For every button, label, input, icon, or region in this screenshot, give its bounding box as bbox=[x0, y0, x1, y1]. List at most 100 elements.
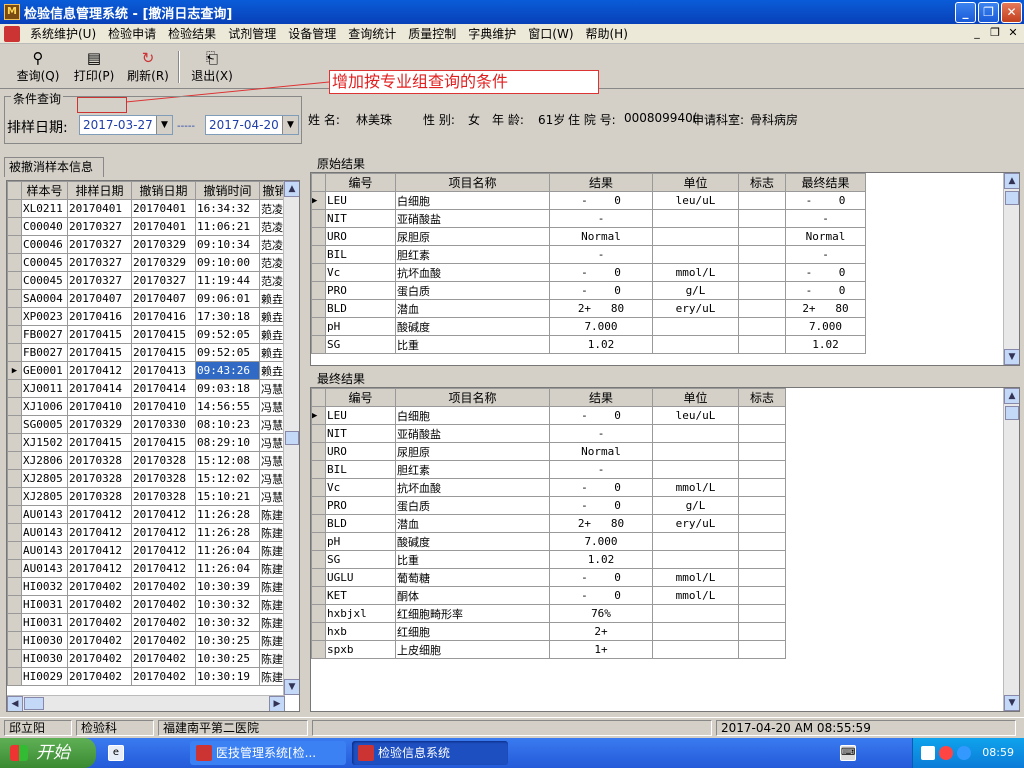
final-result-cell[interactable]: mmol/L bbox=[652, 586, 739, 605]
sample-vscroll[interactable]: ▲ ▼ bbox=[283, 181, 299, 695]
sample-cell[interactable]: C00045 bbox=[21, 253, 68, 272]
final-result-row[interactable]: BIL 胆红素 - bbox=[311, 460, 786, 479]
menu-request[interactable]: 检验申请 bbox=[102, 25, 162, 42]
sample-row[interactable]: FB0027 20170415 20170415 09:52:05 赖垚 bbox=[7, 343, 290, 362]
final-result-cell[interactable] bbox=[738, 478, 786, 497]
original-result-cell[interactable]: 2+ 80 bbox=[549, 299, 653, 318]
final-result-cell[interactable]: - 0 bbox=[549, 568, 653, 587]
sample-cell[interactable]: 20170412 bbox=[67, 361, 132, 380]
sample-cell[interactable]: 14:56:55 bbox=[195, 397, 260, 416]
original-result-cell[interactable]: leu/uL bbox=[652, 191, 739, 210]
original-result-cell[interactable]: Vc bbox=[325, 263, 396, 282]
row-indicator[interactable] bbox=[7, 253, 22, 272]
original-result-cell[interactable]: 比重 bbox=[395, 335, 550, 354]
final-result-cell[interactable]: - 0 bbox=[549, 406, 653, 425]
sample-row[interactable]: ▶ GE0001 20170412 20170413 09:43:26 赖垚 bbox=[7, 361, 290, 380]
final-result-cell[interactable]: 2+ bbox=[549, 622, 653, 641]
sample-cell[interactable]: 09:52:05 bbox=[195, 343, 260, 362]
sample-cell[interactable]: 20170401 bbox=[131, 199, 196, 218]
sample-cell[interactable]: 10:30:25 bbox=[195, 649, 260, 668]
original-result-cell[interactable]: - bbox=[785, 209, 866, 228]
sample-cell[interactable]: 20170328 bbox=[131, 451, 196, 470]
original-result-cell[interactable]: 1.02 bbox=[549, 335, 653, 354]
row-indicator[interactable] bbox=[7, 325, 22, 344]
final-result-cell[interactable]: KET bbox=[325, 586, 396, 605]
final-result-row[interactable]: pH 酸碱度 7.000 bbox=[311, 532, 786, 551]
scroll-thumb[interactable] bbox=[1005, 406, 1019, 420]
sample-cell[interactable]: 20170412 bbox=[131, 505, 196, 524]
sample-cell[interactable]: 11:26:28 bbox=[195, 505, 260, 524]
sample-cell[interactable]: 10:30:32 bbox=[195, 613, 260, 632]
orig-col-code[interactable]: 编号 bbox=[325, 173, 396, 192]
sample-row[interactable]: XL0211 20170401 20170401 16:34:32 范凌 bbox=[7, 199, 290, 218]
final-result-cell[interactable]: 红细胞畸形率 bbox=[395, 604, 550, 623]
sample-cell[interactable]: HI0030 bbox=[21, 631, 68, 650]
sample-row[interactable]: XJ2805 20170328 20170328 15:12:02 冯慧 bbox=[7, 469, 290, 488]
sample-cell[interactable]: 20170402 bbox=[131, 631, 196, 650]
current-row-indicator-icon[interactable]: ▶ bbox=[7, 361, 22, 380]
row-indicator[interactable] bbox=[311, 442, 326, 461]
sample-row[interactable]: FB0027 20170415 20170415 09:52:05 赖垚 bbox=[7, 325, 290, 344]
sample-cell[interactable]: 20170402 bbox=[67, 595, 132, 614]
final-result-cell[interactable]: mmol/L bbox=[652, 478, 739, 497]
final-result-cell[interactable]: Vc bbox=[325, 478, 396, 497]
sample-cell[interactable]: 20170416 bbox=[131, 307, 196, 326]
row-indicator[interactable] bbox=[7, 613, 22, 632]
sample-cell[interactable]: 16:34:32 bbox=[195, 199, 260, 218]
row-indicator[interactable] bbox=[311, 335, 326, 354]
menu-system[interactable]: 系统维护(U) bbox=[24, 25, 102, 42]
network-tray-icon[interactable] bbox=[921, 746, 935, 760]
sample-cell[interactable]: 20170328 bbox=[67, 451, 132, 470]
final-result-cell[interactable]: PRO bbox=[325, 496, 396, 515]
sample-cell[interactable]: 17:30:18 bbox=[195, 307, 260, 326]
final-result-cell[interactable]: BLD bbox=[325, 514, 396, 533]
sample-cell[interactable]: 20170416 bbox=[67, 307, 132, 326]
original-result-row[interactable]: BIL 胆红素 - - bbox=[311, 245, 866, 264]
final-result-cell[interactable]: 酸碱度 bbox=[395, 532, 550, 551]
final-result-cell[interactable]: Normal bbox=[549, 442, 653, 461]
original-result-cell[interactable]: 白细胞 bbox=[395, 191, 550, 210]
final-result-cell[interactable]: - 0 bbox=[549, 586, 653, 605]
ie-quicklaunch-icon[interactable]: e bbox=[108, 745, 124, 761]
final-result-cell[interactable]: hxb bbox=[325, 622, 396, 641]
row-indicator[interactable] bbox=[311, 514, 326, 533]
original-result-cell[interactable]: 2+ 80 bbox=[785, 299, 866, 318]
original-result-cell[interactable]: mmol/L bbox=[652, 263, 739, 282]
orig-col-unit[interactable]: 单位 bbox=[652, 173, 739, 192]
original-result-cell[interactable] bbox=[738, 335, 786, 354]
sample-cell[interactable]: 20170401 bbox=[131, 217, 196, 236]
row-indicator[interactable] bbox=[7, 469, 22, 488]
final-result-row[interactable]: NIT 亚硝酸盐 - bbox=[311, 424, 786, 443]
sample-cell[interactable]: 20170407 bbox=[67, 289, 132, 308]
row-indicator[interactable] bbox=[311, 299, 326, 318]
original-result-row[interactable]: ▶ LEU 白细胞 - 0 leu/uL - 0 bbox=[311, 191, 866, 210]
sample-cell[interactable]: 20170328 bbox=[131, 469, 196, 488]
current-row-indicator-icon[interactable]: ▶ bbox=[311, 191, 326, 210]
sample-cell[interactable]: 20170402 bbox=[131, 613, 196, 632]
final-result-cell[interactable] bbox=[738, 568, 786, 587]
original-result-cell[interactable]: ery/uL bbox=[652, 299, 739, 318]
original-result-cell[interactable]: LEU bbox=[325, 191, 396, 210]
menu-quality[interactable]: 质量控制 bbox=[402, 25, 462, 42]
col-cancel-date[interactable]: 撤销日期 bbox=[131, 181, 196, 200]
tab-cancelled-samples[interactable]: 被撤消样本信息 bbox=[4, 157, 104, 177]
final-result-cell[interactable]: UGLU bbox=[325, 568, 396, 587]
final-result-row[interactable]: KET 酮体 - 0 mmol/L bbox=[311, 586, 786, 605]
final-result-cell[interactable] bbox=[738, 496, 786, 515]
row-indicator[interactable] bbox=[311, 245, 326, 264]
col-cancel-time[interactable]: 撤销时间 bbox=[195, 181, 260, 200]
orig-col-flag[interactable]: 标志 bbox=[738, 173, 786, 192]
original-vscroll[interactable]: ▲ ▼ bbox=[1003, 173, 1019, 365]
dropdown-arrow-icon[interactable]: ▼ bbox=[156, 116, 172, 134]
scroll-down-icon[interactable]: ▼ bbox=[284, 679, 299, 695]
sample-cell[interactable]: AU0143 bbox=[21, 559, 68, 578]
final-result-cell[interactable]: 2+ 80 bbox=[549, 514, 653, 533]
sample-row[interactable]: SG0005 20170329 20170330 08:10:23 冯慧 bbox=[7, 415, 290, 434]
sample-cell[interactable]: XJ2805 bbox=[21, 469, 68, 488]
final-vscroll[interactable]: ▲ ▼ bbox=[1003, 388, 1019, 711]
final-result-cell[interactable]: 1+ bbox=[549, 640, 653, 659]
task-lis[interactable]: 检验信息系统 bbox=[352, 741, 508, 765]
original-result-cell[interactable]: 亚硝酸盐 bbox=[395, 209, 550, 228]
sample-cell[interactable]: 20170329 bbox=[131, 253, 196, 272]
original-result-cell[interactable]: BIL bbox=[325, 245, 396, 264]
